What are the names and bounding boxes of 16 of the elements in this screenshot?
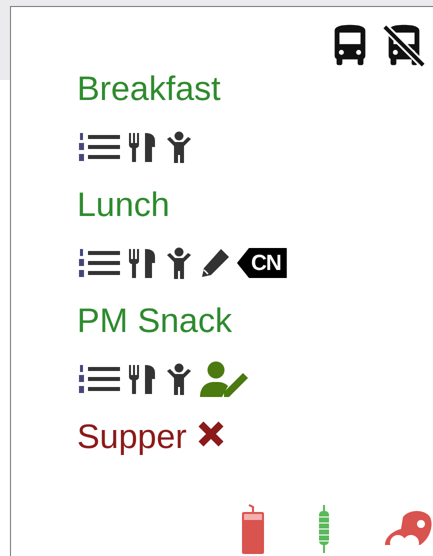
drink-icon[interactable] bbox=[239, 503, 267, 555]
numbered-list-icon[interactable] bbox=[77, 247, 121, 279]
pencil-icon[interactable] bbox=[199, 247, 231, 279]
child-icon[interactable] bbox=[165, 247, 193, 279]
numbered-list-icon[interactable] bbox=[77, 363, 121, 395]
cn-badge[interactable]: CN bbox=[237, 248, 287, 278]
child-icon[interactable] bbox=[165, 363, 193, 395]
bus-slash-icon[interactable] bbox=[381, 23, 427, 69]
child-icon[interactable] bbox=[165, 131, 193, 163]
meal-name[interactable]: Supper bbox=[77, 417, 187, 457]
user-edit-icon[interactable] bbox=[199, 361, 251, 397]
meal-name[interactable]: PM Snack bbox=[77, 301, 433, 341]
meal-name[interactable]: Breakfast bbox=[77, 69, 433, 109]
meal-name[interactable]: Lunch bbox=[77, 185, 433, 225]
close-icon[interactable] bbox=[196, 420, 225, 448]
numbered-list-icon[interactable] bbox=[77, 131, 121, 163]
